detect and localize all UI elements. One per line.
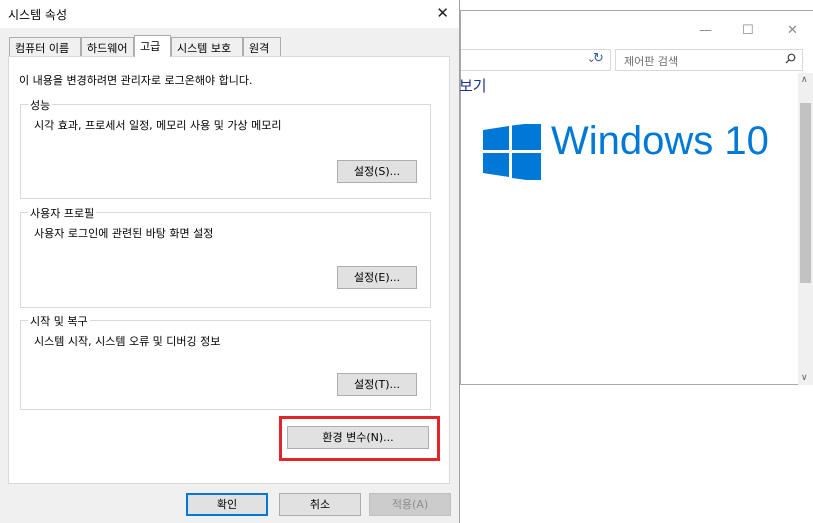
search-input[interactable]: 제어판 검색 — [615, 49, 803, 71]
tab-hardware[interactable]: 하드웨어 — [81, 37, 134, 56]
maximize-icon[interactable]: ☐ — [742, 23, 754, 38]
performance-group: 성능 시각 효과, 프로세서 일정, 메모리 사용 및 가상 메모리 — [20, 97, 431, 199]
vertical-scrollbar[interactable]: ∧ ∨ — [798, 73, 813, 385]
dialog-titlebar: 시스템 속성 ✕ — [0, 0, 459, 28]
scrollbar-thumb[interactable] — [800, 103, 811, 283]
apply-button[interactable]: 적용(A) — [369, 493, 451, 516]
admin-note: 이 내용을 변경하려면 관리자로 로그온해야 합니다. — [19, 74, 253, 87]
scroll-up-icon[interactable]: ∧ — [801, 75, 808, 85]
windows-logo-text: Windows 10 — [551, 119, 769, 163]
tab-remote[interactable]: 원격 — [243, 37, 281, 56]
close-icon[interactable]: ✕ — [787, 23, 798, 38]
startup-recovery-group: 시작 및 복구 시스템 시작, 시스템 오류 및 디버깅 정보 — [20, 313, 431, 410]
search-icon[interactable] — [785, 53, 796, 67]
minimize-icon[interactable]: — — [699, 23, 712, 38]
cancel-button[interactable]: 취소 — [279, 493, 361, 516]
close-icon[interactable]: ✕ — [436, 4, 449, 22]
performance-settings-button[interactable]: 설정(S)... — [337, 160, 417, 183]
performance-description: 시각 효과, 프로세서 일정, 메모리 사용 및 가상 메모리 — [34, 119, 282, 132]
dialog-title: 시스템 속성 — [8, 8, 68, 22]
user-profiles-settings-button[interactable]: 설정(E)... — [337, 266, 417, 289]
page-title: 보기 — [459, 77, 487, 95]
user-profiles-description: 사용자 로그인에 관련된 바탕 화면 설정 — [34, 227, 214, 240]
refresh-icon[interactable]: ↻ — [593, 51, 604, 66]
performance-legend: 성능 — [28, 97, 53, 113]
address-bar[interactable]: ⌄ — [461, 49, 611, 71]
startup-recovery-description: 시스템 시작, 시스템 오류 및 디버깅 정보 — [34, 335, 221, 348]
startup-recovery-legend: 시작 및 복구 — [28, 313, 90, 329]
highlight-box — [279, 416, 440, 461]
ok-button[interactable]: 확인 — [186, 493, 268, 516]
startup-recovery-settings-button[interactable]: 설정(T)... — [337, 373, 417, 396]
search-placeholder: 제어판 검색 — [624, 55, 679, 68]
tab-computer-name[interactable]: 컴퓨터 이름 — [9, 37, 81, 56]
control-panel-window: — ☐ ✕ ⌄ ↻ 제어판 검색 보기 Windows 10 ∧ ∨ — [459, 10, 813, 385]
tab-advanced[interactable]: 고급 — [134, 35, 171, 57]
windows-logo-icon — [483, 122, 541, 183]
scroll-down-icon[interactable]: ∨ — [801, 373, 808, 383]
tab-system-protection[interactable]: 시스템 보호 — [171, 37, 243, 56]
user-profiles-legend: 사용자 프로필 — [28, 205, 97, 221]
user-profiles-group: 사용자 프로필 사용자 로그인에 관련된 바탕 화면 설정 — [20, 205, 431, 308]
